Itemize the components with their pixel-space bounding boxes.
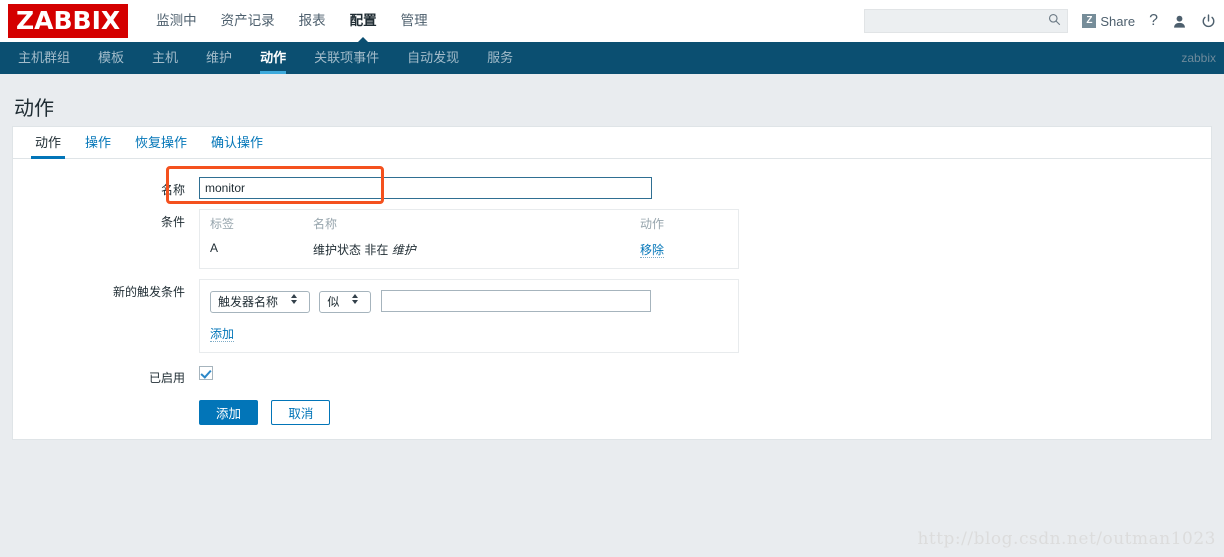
condition-type-select-wrap[interactable]: 触发器名称 — [210, 290, 310, 313]
tab-operations[interactable]: 操作 — [73, 128, 123, 158]
action-form-card: 动作 操作 恢复操作 确认操作 名称 条件 标签 名称 — [12, 126, 1212, 440]
page-title: 动作 — [14, 98, 54, 120]
subnav-item-actions[interactable]: 动作 — [246, 42, 300, 74]
zabbix-share-icon: Z — [1082, 14, 1097, 28]
logged-in-user-label: zabbix — [1181, 51, 1216, 65]
enabled-checkbox[interactable] — [199, 365, 213, 380]
condition-name: 维护状态 非在 维护 — [303, 237, 630, 268]
form-row-buttons: 添加 取消 — [13, 399, 1211, 425]
main-menu-item-administration[interactable]: 管理 — [389, 0, 440, 42]
conditions-header-name: 名称 — [313, 217, 338, 231]
submit-button[interactable]: 添加 — [199, 399, 259, 425]
conditions-header-label: 标签 — [210, 217, 235, 231]
remove-condition-link[interactable]: 移除 — [640, 243, 665, 258]
condition-tag: A — [210, 241, 219, 255]
condition-operator-select-wrap[interactable]: 似 — [319, 290, 372, 313]
header-actions: Z Share ? — [864, 0, 1216, 42]
top-header: ZABBIX 监测中 资产记录 报表 配置 管理 Z Share ? — [0, 0, 1224, 43]
tab-action[interactable]: 动作 — [23, 128, 73, 159]
condition-action-cell: 移除 — [630, 237, 738, 268]
conditions-header-row: 标签 名称 动作 — [200, 210, 738, 237]
power-icon[interactable] — [1201, 13, 1216, 29]
subnav-item-templates[interactable]: 模板 — [84, 42, 138, 74]
main-menu-item-reports[interactable]: 报表 — [287, 0, 338, 42]
add-condition-link[interactable]: 添加 — [210, 326, 235, 342]
form-row-name: 名称 — [13, 177, 1211, 199]
share-button[interactable]: Z Share — [1082, 14, 1135, 29]
main-menu-item-inventory[interactable]: 资产记录 — [209, 0, 287, 42]
new-condition-controls: 触发器名称 似 — [210, 290, 728, 313]
subnav-item-hosts[interactable]: 主机 — [138, 42, 192, 74]
share-label: Share — [1100, 13, 1136, 29]
subnav-item-host-groups[interactable]: 主机群组 — [4, 42, 84, 74]
zabbix-logo[interactable]: ZABBIX — [8, 4, 129, 38]
name-input[interactable] — [199, 177, 652, 199]
form-row-enabled: 已启用 — [13, 365, 1211, 386]
watermark-text: http://blog.csdn.net/outman1023 — [917, 529, 1216, 549]
conditions-label: 条件 — [160, 215, 185, 229]
main-menu-item-monitoring[interactable]: 监测中 — [144, 0, 209, 42]
main-menu: 监测中 资产记录 报表 配置 管理 — [144, 0, 440, 43]
subnav-item-correlation[interactable]: 关联项事件 — [300, 42, 393, 74]
tab-recovery-operations[interactable]: 恢复操作 — [123, 128, 199, 158]
search-input[interactable] — [871, 13, 1049, 29]
buttons-spacer — [13, 400, 199, 425]
table-row: A 维护状态 非在 维护 移除 — [200, 237, 738, 268]
subnav-item-maintenance[interactable]: 维护 — [192, 42, 246, 74]
form-tabs: 动作 操作 恢复操作 确认操作 — [13, 127, 1211, 159]
condition-value-input[interactable] — [380, 290, 651, 312]
add-condition-wrap: 添加 — [210, 325, 728, 342]
conditions-header-action: 动作 — [640, 217, 665, 231]
tab-acknowledge-operations[interactable]: 确认操作 — [199, 128, 275, 158]
user-icon[interactable] — [1172, 14, 1187, 29]
form-row-new-condition: 新的触发条件 触发器名称 似 添加 — [13, 279, 1211, 353]
condition-name-target: 维护 — [391, 243, 416, 257]
main-menu-item-configuration[interactable]: 配置 — [338, 0, 389, 43]
help-icon[interactable]: ? — [1149, 12, 1158, 30]
subnav-item-services[interactable]: 服务 — [473, 42, 527, 74]
cancel-button[interactable]: 取消 — [271, 399, 331, 425]
condition-name-prefix: 维护状态 非在 — [313, 243, 389, 257]
subnav-item-discovery[interactable]: 自动发现 — [393, 42, 473, 74]
condition-type-select[interactable]: 触发器名称 — [210, 290, 310, 313]
enabled-label: 已启用 — [148, 370, 185, 385]
secondary-nav: 主机群组 模板 主机 维护 动作 关联项事件 自动发现 服务 zabbix — [0, 42, 1224, 74]
name-label: 名称 — [160, 183, 185, 197]
search-icon[interactable] — [1048, 13, 1061, 29]
action-form: 名称 条件 标签 名称 动作 — [13, 159, 1211, 425]
conditions-table: 标签 名称 动作 A 维护状态 非在 维护 移除 — [200, 210, 738, 268]
new-condition-label: 新的触发条件 — [112, 285, 185, 299]
conditions-table-box: 标签 名称 动作 A 维护状态 非在 维护 移除 — [199, 209, 739, 269]
form-row-conditions: 条件 标签 名称 动作 A 维护状态 非在 维护 移除 — [13, 209, 1211, 269]
condition-operator-select[interactable]: 似 — [319, 290, 372, 313]
search-box[interactable] — [864, 9, 1069, 33]
new-condition-box: 触发器名称 似 添加 — [199, 279, 739, 353]
